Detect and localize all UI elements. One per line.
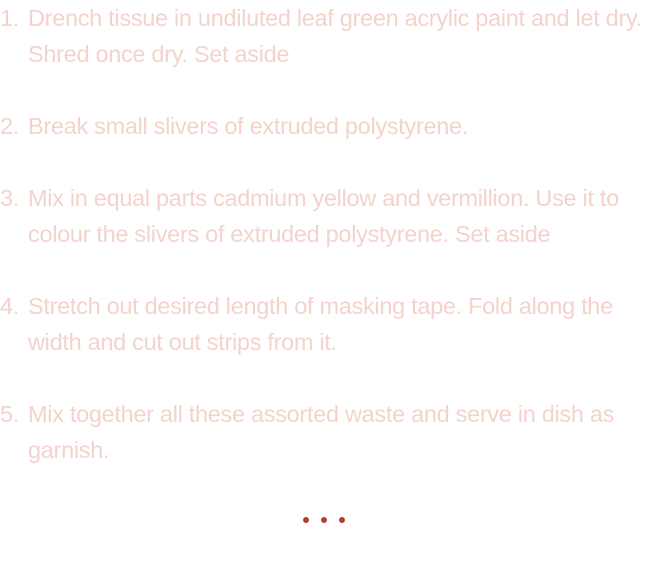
step-number: 5. xyxy=(0,401,19,427)
list-item: 3. Mix in equal parts cadmium yellow and… xyxy=(0,180,648,252)
step-text: Mix together all these assorted waste an… xyxy=(28,401,615,463)
step-text: Break small slivers of extruded polystyr… xyxy=(28,113,469,139)
list-item: 2. Break small slivers of extruded polys… xyxy=(0,108,648,144)
step-text: Stretch out desired length of masking ta… xyxy=(28,293,613,355)
step-number: 3. xyxy=(0,185,19,211)
dot xyxy=(321,517,327,523)
list-item: 1. Drench tissue in undiluted leaf green… xyxy=(0,0,648,72)
list-item: 5. Mix together all these assorted waste… xyxy=(0,396,648,468)
list-item: 4. Stretch out desired length of masking… xyxy=(0,288,648,360)
more-dots-icon xyxy=(0,505,648,535)
dot xyxy=(339,517,345,523)
instruction-list: 1. Drench tissue in undiluted leaf green… xyxy=(0,0,648,504)
step-text: Drench tissue in undiluted leaf green ac… xyxy=(28,5,642,67)
step-text: Mix in equal parts cadmium yellow and ve… xyxy=(28,185,619,247)
step-number: 4. xyxy=(0,293,19,319)
step-number: 2. xyxy=(0,113,19,139)
step-number: 1. xyxy=(0,5,19,31)
dot xyxy=(303,517,309,523)
